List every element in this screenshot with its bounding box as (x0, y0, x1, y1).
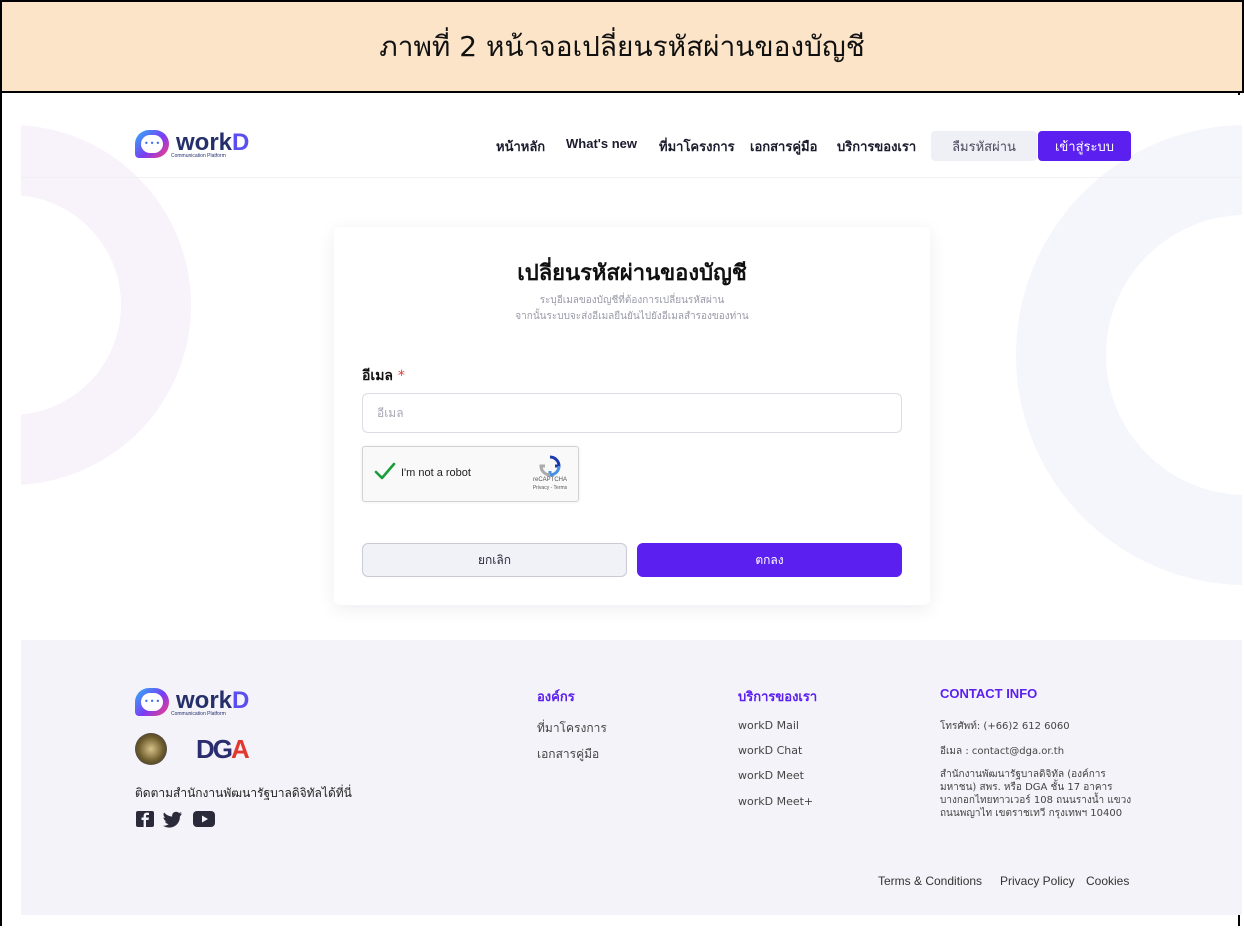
top-navigation: ••• workD Communication Platform หน้าหลั… (21, 95, 1242, 178)
footer-link-project-background[interactable]: ที่มาโครงการ (537, 719, 607, 738)
terms-link[interactable]: Terms & Conditions (878, 874, 982, 888)
youtube-icon[interactable] (192, 810, 216, 828)
confirm-button[interactable]: ตกลง (637, 543, 902, 577)
change-password-card: เปลี่ยนรหัสผ่านของบัญชี ระบุอีเมลของบัญช… (334, 227, 930, 605)
footer-services-title: บริการของเรา (738, 690, 818, 705)
captcha-label: I'm not a robot (401, 467, 471, 479)
email-input[interactable] (362, 393, 902, 433)
figure-caption: ภาพที่ 2 หน้าจอเปลี่ยนรหัสผ่านของบัญชี (0, 0, 1244, 93)
footer-contact-address-2: มหาชน) สพร. หรือ DGA ชั้น 17 อาคาร (940, 782, 1113, 793)
chat-bubble-icon: ••• (135, 130, 171, 160)
nav-home[interactable]: หน้าหลัก (496, 136, 545, 157)
card-subtitle-line-2: จากนั้นระบบจะส่งอีเมลยืนยันไปยังอีเมลสำร… (515, 311, 749, 322)
footer-logo-wordmark: workD (176, 686, 250, 714)
logo-wordmark: workD (176, 128, 250, 156)
card-subtitle-line-1: ระบุอีเมลของบัญชีที่ต้องการเปลี่ยนรหัสผ่… (539, 295, 725, 306)
facebook-icon[interactable] (135, 810, 155, 828)
required-mark: * (397, 368, 405, 384)
checkmark-icon[interactable] (373, 459, 397, 483)
footer-link-workd-chat[interactable]: workD Chat (738, 744, 802, 757)
footer-contact-title: CONTACT INFO (940, 686, 1038, 701)
card-title: เปลี่ยนรหัสผ่านของบัญชี (517, 261, 747, 286)
email-label: อีเมล * (362, 368, 405, 384)
nav-whats-new[interactable]: What's new (566, 136, 637, 151)
login-button[interactable]: เข้าสู่ระบบ (1038, 131, 1131, 161)
footer-contact-email: อีเมล : contact@dga.or.th (940, 746, 1065, 757)
footer-link-workd-mail[interactable]: workD Mail (738, 719, 799, 732)
footer-contact-address-3: บางกอกไทยทาวเวอร์ 108 ถนนรางน้ำ แขวง (940, 795, 1132, 806)
dga-logo: DGA (196, 734, 250, 764)
footer-link-workd-meet-plus[interactable]: workD Meet+ (738, 795, 813, 808)
footer-workd-logo[interactable]: ••• workD Communication Platform (135, 688, 249, 718)
recaptcha-widget: I'm not a robot reCAPTCHA Privacy - Term… (362, 446, 579, 502)
cancel-button[interactable]: ยกเลิก (362, 543, 627, 577)
recaptcha-logo-icon (539, 455, 561, 477)
nav-our-services[interactable]: บริการของเรา (837, 136, 916, 157)
footer-contact-address-1: สำนักงานพัฒนารัฐบาลดิจิทัล (องค์การ (940, 769, 1106, 780)
follow-text: ติดตามสำนักงานพัฒนารัฐบาลดิจิทัลได้ที่นี… (135, 786, 352, 800)
nav-project-background[interactable]: ที่มาโครงการ (659, 136, 735, 157)
privacy-policy-link[interactable]: Privacy Policy (1000, 874, 1075, 888)
screenshot: ••• workD Communication Platform หน้าหลั… (21, 95, 1242, 915)
workd-logo[interactable]: ••• workD Communication Platform (135, 130, 249, 160)
forgot-password-button[interactable]: ลืมรหัสผ่าน (931, 131, 1037, 161)
footer-link-workd-meet[interactable]: workD Meet (738, 769, 804, 782)
nav-manual-documents[interactable]: เอกสารคู่มือ (750, 136, 817, 157)
footer-org-title: องค์กร (537, 690, 575, 705)
footer-contact-phone: โทรศัพท์: (+66)2 612 6060 (940, 721, 1070, 732)
footer: ••• workD Communication Platform DGA ติด… (21, 640, 1242, 915)
decorative-arc-left (21, 125, 191, 485)
chat-bubble-icon: ••• (135, 688, 171, 718)
government-emblem-icon (135, 733, 167, 765)
footer-contact-address-4: ถนนพญาไท เขตราชเทวี กรุงเทพฯ 10400 (940, 808, 1123, 819)
decorative-arc-right (1016, 125, 1242, 585)
footer-link-manual-documents[interactable]: เอกสารคู่มือ (537, 745, 599, 764)
recaptcha-brand: reCAPTCHA (532, 477, 567, 483)
recaptcha-links[interactable]: Privacy - Terms (523, 485, 577, 491)
cookies-link[interactable]: Cookies (1086, 874, 1129, 888)
twitter-icon[interactable] (163, 810, 183, 828)
